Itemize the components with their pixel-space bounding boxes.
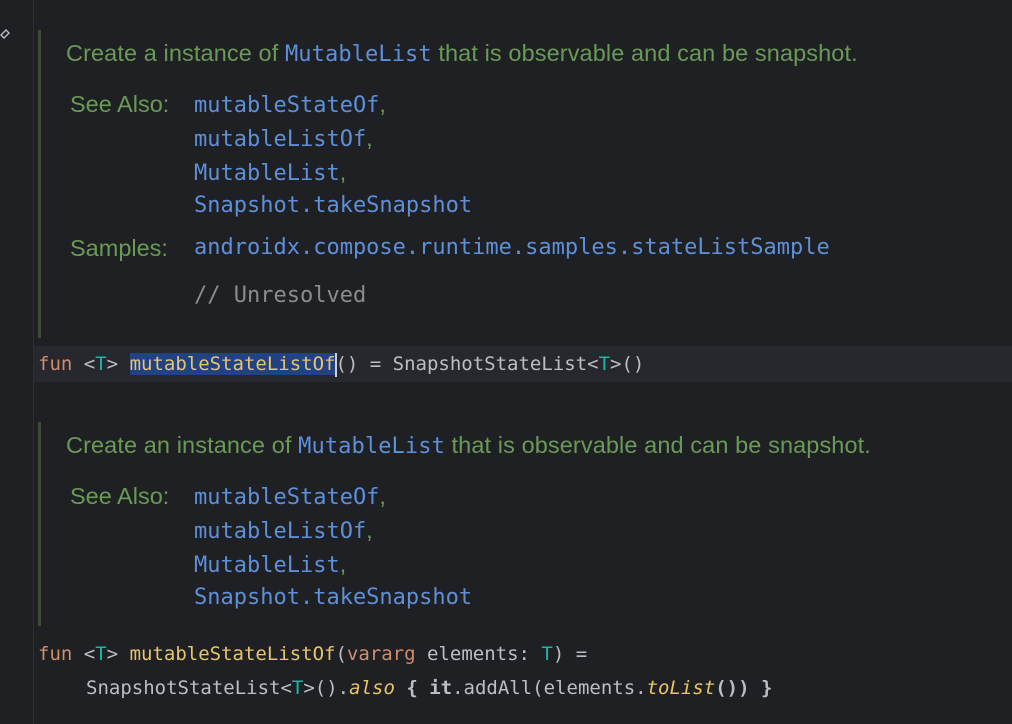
keyword-fun: fun [38,643,73,665]
code-line[interactable]: fun <T> mutableStateListOf() = SnapshotS… [34,346,1012,382]
doc-code-mutablelist[interactable]: MutableList [298,434,445,459]
see-also-link[interactable]: Snapshot.takeSnapshot [194,585,472,610]
extension-call-tolist[interactable]: toList [647,677,716,699]
type-parameter: T [95,353,107,375]
doc-block-bar [38,30,41,338]
doc-comment-block: Create an instance of MutableList that i… [38,422,1012,626]
see-also-link[interactable]: MutableList, [194,159,346,186]
sample-link[interactable]: androidx.compose.runtime.samples.stateLi… [194,235,830,260]
see-also-link[interactable]: mutableStateOf, [194,483,386,510]
see-also-link[interactable]: mutableListOf, [194,125,373,152]
doc-code-mutablelist[interactable]: MutableList [285,42,432,67]
extension-call-also[interactable]: also [349,677,395,699]
doc-block-bar [38,422,41,626]
doc-comment-block: Create a instance of MutableList that is… [38,30,1012,338]
doc-description: Create a instance of MutableList that is… [66,40,858,67]
type-parameter: T [95,643,107,665]
see-also-link[interactable]: Snapshot.takeSnapshot [194,193,472,218]
selected-function-name[interactable]: mutableStateListOf [129,353,336,375]
code-line[interactable]: SnapshotStateList<T>().also { it.addAll(… [34,670,1012,706]
samples-label: Samples: [70,235,168,261]
sample-comment: // Unresolved [194,283,367,308]
keyword-it: it [429,677,453,699]
see-also-label: See Also: [70,91,170,117]
code-line[interactable]: fun <T> mutableStateListOf(vararg elemen… [34,636,1012,672]
doc-description: Create an instance of MutableList that i… [66,432,871,459]
function-name[interactable]: mutableStateListOf [130,643,336,665]
keyword-fun: fun [38,353,73,375]
pencil-icon[interactable] [0,26,12,42]
see-also-label: See Also: [70,483,170,509]
keyword-vararg: vararg [346,643,416,665]
editor-gutter [0,0,34,724]
see-also-link[interactable]: mutableListOf, [194,517,373,544]
see-also-link[interactable]: MutableList, [194,551,346,578]
see-also-link[interactable]: mutableStateOf, [194,91,386,118]
